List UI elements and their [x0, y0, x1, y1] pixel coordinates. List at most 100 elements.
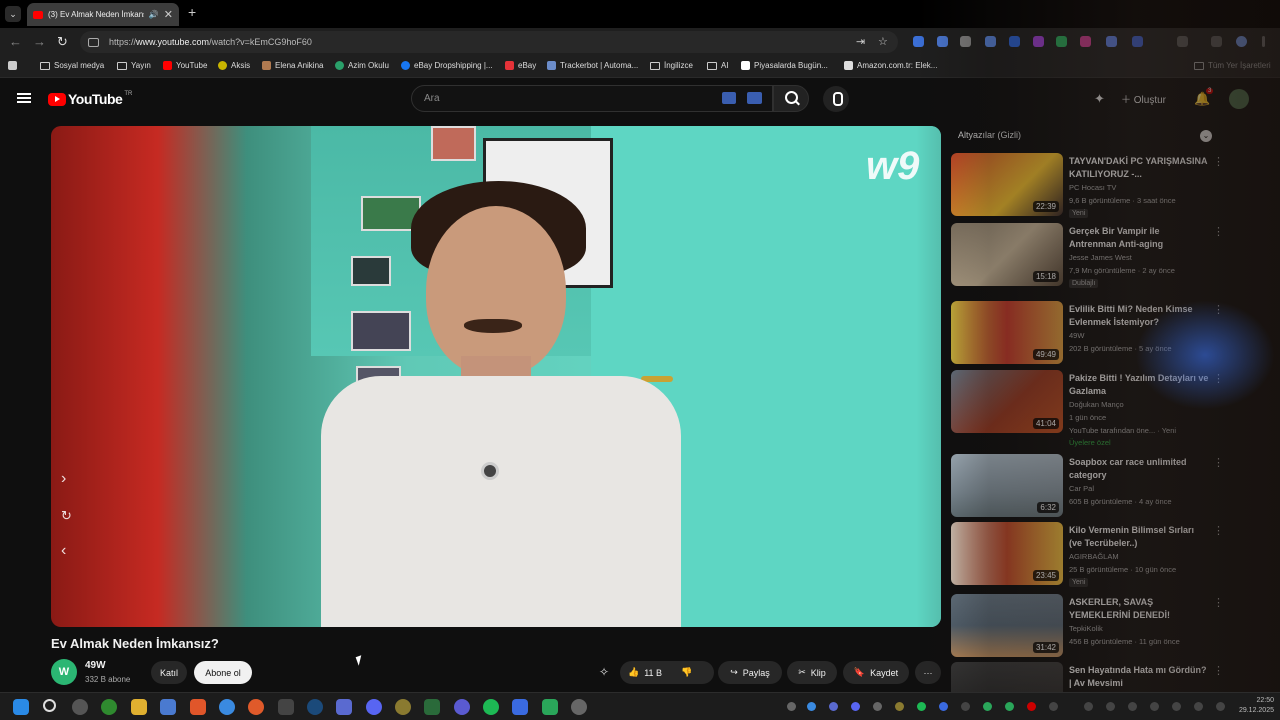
forward-icon[interactable]: → — [33, 34, 46, 49]
video-thumbnail[interactable]: 41:04 — [951, 370, 1063, 433]
tray-icon[interactable] — [873, 702, 882, 711]
address-bar[interactable]: https://www.youtube.com/watch?v=kEmCG9ho… — [80, 31, 898, 53]
bookmark-item[interactable]: eBay Dropshipping |... — [401, 61, 493, 70]
subscribe-button[interactable]: Abone ol — [194, 661, 252, 684]
channel-avatar[interactable]: W — [51, 659, 77, 685]
extensions-puzzle-icon[interactable] — [1177, 36, 1188, 47]
spotify-icon[interactable] — [483, 699, 499, 715]
thumbs-down-icon[interactable]: 👎 — [681, 667, 692, 678]
extension-icon[interactable] — [937, 36, 948, 47]
save-button[interactable]: 🔖 Kaydet — [843, 661, 909, 684]
create-button[interactable]: ＋ Oluştur — [1121, 91, 1166, 106]
reload-icon[interactable]: ↻ — [57, 34, 68, 50]
keyboard-icon[interactable] — [722, 92, 736, 104]
bookmark-item[interactable]: Aksis — [218, 61, 250, 70]
extension-icon[interactable] — [1033, 36, 1044, 47]
more-options-icon[interactable]: ⋮ — [1213, 664, 1224, 677]
url-text[interactable]: https://www.youtube.com/watch?v=kEmCG9ho… — [109, 37, 312, 47]
steam-icon[interactable] — [307, 699, 323, 715]
profile-avatar-icon[interactable] — [1236, 36, 1247, 47]
microphone-icon[interactable] — [1172, 702, 1181, 711]
new-tab-button[interactable]: + — [188, 4, 196, 20]
list-item[interactable]: 22:39 TAYVAN'DAKİ PC YARIŞMASINA KATILIY… — [951, 153, 1271, 219]
app-icon[interactable] — [395, 699, 411, 715]
more-options-icon[interactable]: ⋮ — [1213, 303, 1224, 316]
bookmark-item[interactable]: Piyasalarda Bugün... — [741, 61, 828, 70]
clip-button[interactable]: ✂ Klip — [787, 661, 837, 684]
bookmark-item[interactable]: Sosyal medya — [40, 61, 104, 70]
extension-icon[interactable] — [1009, 36, 1020, 47]
extension-icon[interactable] — [985, 36, 996, 47]
premium-icon[interactable]: ✦ — [1094, 91, 1105, 107]
translate-extension-icon[interactable] — [913, 36, 924, 47]
search-button[interactable] — [773, 85, 809, 112]
youtube-logo[interactable]: YouTube TR — [48, 91, 132, 107]
tray-icon[interactable] — [1128, 702, 1137, 711]
extension-icon[interactable] — [1080, 36, 1091, 47]
bookmark-item[interactable]: Azim Okulu — [335, 61, 389, 70]
bookmark-star-icon[interactable]: ☆ — [878, 35, 888, 48]
search-icon[interactable] — [43, 699, 56, 712]
bookmark-item[interactable]: AI — [707, 61, 729, 70]
site-info-icon[interactable] — [88, 37, 99, 47]
store-icon[interactable] — [160, 699, 176, 715]
app-icon[interactable] — [454, 699, 470, 715]
apps-grid-icon[interactable] — [8, 61, 17, 70]
app-icon[interactable] — [542, 699, 558, 715]
chevron-down-icon[interactable]: ⌄ — [1200, 130, 1212, 142]
tab-search-button[interactable]: ⌄ — [5, 6, 21, 22]
tray-icon[interactable] — [829, 702, 838, 711]
bookmark-item[interactable]: İngilizce — [650, 61, 693, 70]
bookmark-item[interactable]: Amazon.com.tr: Elek... — [844, 61, 937, 70]
share-button[interactable]: ↪ Paylaş — [718, 661, 782, 684]
list-item[interactable]: Sen Hayatında Hata mı Gördün? | Av Mevsi… — [951, 662, 1271, 692]
app-icon[interactable] — [512, 699, 528, 715]
brave-icon[interactable] — [190, 699, 206, 715]
tray-icon[interactable] — [807, 702, 816, 711]
app-icon[interactable] — [571, 699, 587, 715]
reading-list-icon[interactable] — [1211, 36, 1222, 47]
file-explorer-icon[interactable] — [131, 699, 147, 715]
tray-icon[interactable] — [939, 702, 948, 711]
channel-name[interactable]: 49W — [85, 660, 106, 671]
network-icon[interactable] — [1106, 702, 1115, 711]
tray-icon[interactable] — [961, 702, 970, 711]
xbox-icon[interactable] — [101, 699, 117, 715]
system-clock[interactable]: 22:50 29.12.2025 — [1239, 696, 1274, 716]
more-options-icon[interactable]: ⋮ — [1213, 456, 1224, 469]
epic-games-icon[interactable] — [278, 699, 294, 715]
video-thumbnail[interactable]: 49:49 — [951, 301, 1063, 364]
video-thumbnail[interactable]: 15:18 — [951, 223, 1063, 286]
list-item[interactable]: 6:32 Soapbox car race unlimited category… — [951, 454, 1271, 520]
chevron-left-icon[interactable]: ‹ — [61, 542, 66, 560]
avatar[interactable] — [1229, 89, 1249, 109]
app-icon[interactable] — [336, 699, 352, 715]
tray-icon[interactable] — [1150, 702, 1159, 711]
like-button[interactable]: 👍 11 B 👎 — [620, 661, 714, 684]
browser-menu-icon[interactable] — [1262, 36, 1265, 47]
voice-search-icon[interactable] — [823, 86, 849, 112]
video-thumbnail[interactable]: 22:39 — [951, 153, 1063, 216]
chevron-up-icon[interactable] — [1084, 702, 1093, 711]
tray-icon[interactable] — [787, 702, 796, 711]
tray-icon[interactable] — [895, 702, 904, 711]
browser-tab-active[interactable]: (3) Ev Almak Neden İmkansız? 🔊 ✕ — [27, 3, 179, 26]
translate-icon[interactable] — [747, 92, 762, 104]
volume-icon[interactable] — [1194, 702, 1203, 711]
tab-close-icon[interactable]: ✕ — [164, 8, 173, 21]
more-options-icon[interactable]: ⋮ — [1213, 372, 1224, 385]
list-item[interactable]: 15:18 Gerçek Bir Vampir ile Antrenman An… — [951, 223, 1271, 289]
extension-icon[interactable] — [1106, 36, 1117, 47]
tray-icon[interactable] — [1027, 702, 1036, 711]
video-thumbnail[interactable]: 6:32 — [951, 454, 1063, 517]
replay-icon[interactable]: ↻ — [61, 508, 72, 524]
app-icon[interactable] — [424, 699, 440, 715]
windows-start-icon[interactable] — [13, 699, 29, 715]
list-item[interactable]: 23:45 Kilo Vermenin Bilimsel Sırları (ve… — [951, 522, 1271, 588]
tray-icon[interactable] — [917, 702, 926, 711]
back-icon[interactable]: ← — [9, 34, 22, 49]
ask-ai-icon[interactable]: ✧ — [599, 665, 609, 679]
video-player[interactable]: w9 › ↻ ‹ — [51, 126, 941, 627]
more-options-icon[interactable]: ⋮ — [1213, 155, 1224, 168]
video-thumbnail[interactable]: 31:42 — [951, 594, 1063, 657]
